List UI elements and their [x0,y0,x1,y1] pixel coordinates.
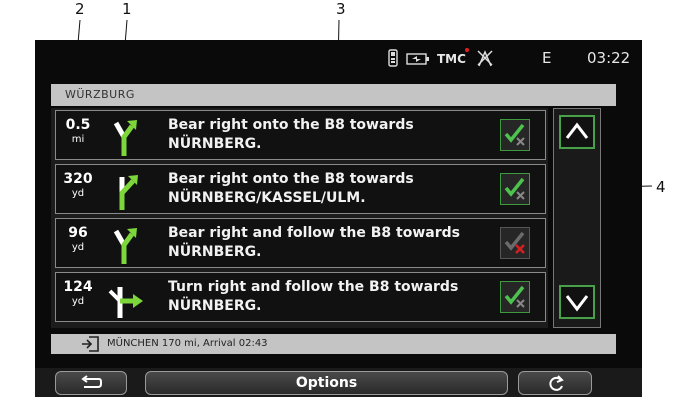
route-step-row[interactable]: 0.5 mi Bear right onto the B8 towards NÜ… [55,110,546,160]
checkmark-icon [504,285,525,308]
step-instruction: Bear right and follow the B8 towards NÜR… [168,224,498,262]
clock: 03:22 [587,49,631,67]
route-step-row[interactable]: 320 yd Bear right onto the B8 towards NÜ… [55,164,546,214]
refresh-icon [549,375,564,391]
instruction-line-1: Turn right and follow the B8 towards [168,279,459,295]
gps-satellite-icon [477,50,493,67]
checkmark-icon [504,123,525,146]
battery-icon [406,53,429,65]
phone-icon [388,49,398,67]
distance-unit: mi [71,134,85,145]
route-step-row[interactable]: 96 yd Bear right and follow the B8 towar… [55,218,546,268]
chevron-up-icon [565,122,589,139]
distance-value: 0.5 [65,117,91,133]
status-bar: TMC E 03:22 [35,40,642,80]
destination-summary: MÜNCHEN 170 mi, Arrival 02:43 [51,334,616,354]
distance-unit: yd [71,188,85,199]
distance-value: 96 [68,225,88,241]
instruction-line-2: NÜRNBERG/KASSEL/ULM. [168,190,366,206]
step-instruction: Bear right onto the B8 towards NÜRNBERG/… [168,170,498,208]
step-instruction: Turn right and follow the B8 towards NÜR… [168,278,498,316]
include-step-toggle[interactable] [500,173,530,205]
include-step-toggle[interactable] [500,281,530,313]
instruction-line-2: NÜRNBERG. [168,136,262,152]
bottom-toolbar: Options [35,368,642,397]
options-label: Options [295,375,358,391]
bear-right-icon [119,175,138,210]
instruction-line-1: Bear right and follow the B8 towards [168,225,460,241]
distance-value: 320 [63,171,93,187]
step-distance: 0.5 mi [56,117,100,146]
instruction-line-1: Bear right onto the B8 towards [168,117,414,133]
scroll-up-button[interactable] [559,115,595,149]
options-button[interactable]: Options [145,371,508,395]
checkmark-icon [504,177,525,200]
back-button[interactable] [55,371,127,395]
route-step-row[interactable]: 124 yd Turn right and follow the B8 towa… [55,272,546,322]
step-distance: 124 yd [56,279,100,308]
tmc-status-dot [465,48,469,52]
distance-unit: yd [71,296,85,307]
scroll-down-button[interactable] [559,285,595,319]
turn-right-icon [108,287,143,318]
destination-text: MÜNCHEN 170 mi, Arrival 02:43 [107,338,268,349]
distance-value: 124 [63,279,93,295]
route-list: 0.5 mi Bear right onto the B8 towards NÜ… [51,108,548,328]
compass-direction: E [542,49,552,67]
exclude-step-toggle[interactable] [500,227,530,259]
bear-right-icon [113,228,137,264]
destination-flag-icon [82,336,99,352]
include-step-toggle[interactable] [500,119,530,151]
chevron-down-icon [565,295,589,312]
instruction-line-1: Bear right onto the B8 towards [168,171,414,187]
step-instruction: Bear right onto the B8 towards NÜRNBERG. [168,116,498,154]
distance-unit: yd [71,242,85,253]
route-start-header: WÜRZBURG [51,84,616,106]
step-distance: 96 yd [56,225,100,254]
back-arrow-icon [81,375,102,388]
instruction-line-2: NÜRNBERG. [168,244,262,260]
instruction-line-2: NÜRNBERG. [168,298,262,314]
step-distance: 320 yd [56,171,100,200]
scroll-panel [553,108,601,328]
bear-right-icon [113,120,137,156]
device-screen: TMC E 03:22 WÜRZBURG 0.5 mi Bear right o… [35,40,642,397]
tmc-indicator: TMC [437,52,466,66]
excluded-check-icon [504,231,525,254]
refresh-button[interactable] [518,371,592,395]
